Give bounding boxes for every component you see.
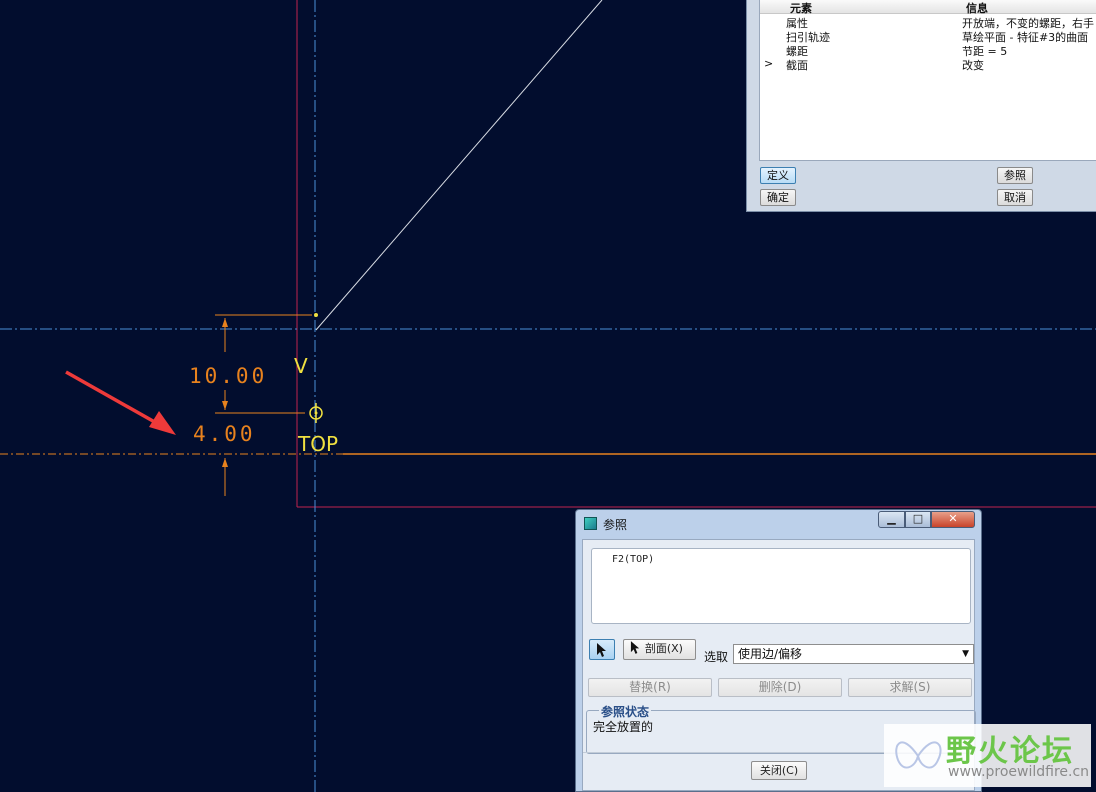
column-header-info: 信息 [966,2,988,15]
row-element: 截面 [786,59,808,72]
dialog-title-text: 参照 [603,518,628,532]
forum-watermark: 野火论坛 www.proewildfire.cn [884,724,1091,787]
dim-arrowhead [222,401,228,410]
sketch-point[interactable] [314,313,318,317]
feature-element-dialog: 元素 信息 属性 开放端，不变的螺距，右手 扫引轨迹 草绘平面 - 特征#3的曲… [746,0,1096,212]
watermark-logo [895,741,942,769]
section-button[interactable]: 剖面(X) [623,639,696,660]
reference-list-item[interactable]: F2(TOP) [612,554,654,565]
select-pointer-button[interactable] [589,639,615,660]
table-row[interactable]: 扫引轨迹 草绘平面 - 特征#3的曲面 [760,29,1096,44]
dim-arrowhead [222,458,228,467]
dimension-10[interactable]: 10.00 [189,364,267,388]
close-window-button[interactable]: ✕ [931,511,975,528]
cancel-button[interactable]: 取消 [997,189,1033,206]
minimize-button[interactable]: ▁ [878,511,905,528]
dim-arrowhead [222,318,228,327]
replace-button[interactable]: 替换(R) [588,678,712,697]
section-button-label: 剖面(X) [644,642,683,655]
select-label: 选取 [704,650,729,664]
selection-dropdown[interactable]: 使用边/偏移 ▼ [733,644,974,664]
cursor-arrow-icon [630,641,640,654]
define-button[interactable]: 定义 [760,167,796,184]
delete-button[interactable]: 删除(D) [718,678,842,697]
maximize-button[interactable]: □ [905,511,931,528]
watermark-url: www.proewildfire.cn [948,764,1090,780]
column-header-element: 元素 [790,2,812,15]
close-button[interactable]: 关闭(C) [751,761,807,780]
solve-button[interactable]: 求解(S) [848,678,972,697]
element-info-table: 元素 信息 属性 开放端，不变的螺距，右手 扫引轨迹 草绘平面 - 特征#3的曲… [759,0,1096,161]
dropdown-arrow-icon: ▼ [962,649,969,659]
ok-button[interactable]: 确定 [760,189,796,206]
selection-value: 使用边/偏移 [738,647,803,661]
table-row[interactable]: > 截面 改变 [760,57,1096,72]
reference-label-top: TOP [297,432,338,456]
reference-list[interactable]: F2(TOP) [591,548,971,624]
table-row[interactable]: 属性 开放端，不变的螺距，右手 [760,15,1096,30]
cursor-arrow-icon [597,643,606,657]
reference-label-v: V [294,354,308,378]
annotation-arrowhead [149,411,176,435]
dimension-4[interactable]: 4.00 [193,422,256,446]
window-controls: ▁ □ ✕ [878,511,975,529]
app-icon [584,517,597,530]
table-row[interactable]: 螺距 节距 = 5 [760,43,1096,58]
reference-status-text: 完全放置的 [593,720,654,734]
reference-button[interactable]: 参照 [997,167,1033,184]
row-expander[interactable]: > [764,57,773,70]
row-info: 改变 [962,59,984,72]
annotation-arrow [65,370,161,427]
dialog-title: 参照 [584,516,627,533]
sketch-line[interactable] [315,0,603,331]
table-header: 元素 信息 [760,0,1096,15]
